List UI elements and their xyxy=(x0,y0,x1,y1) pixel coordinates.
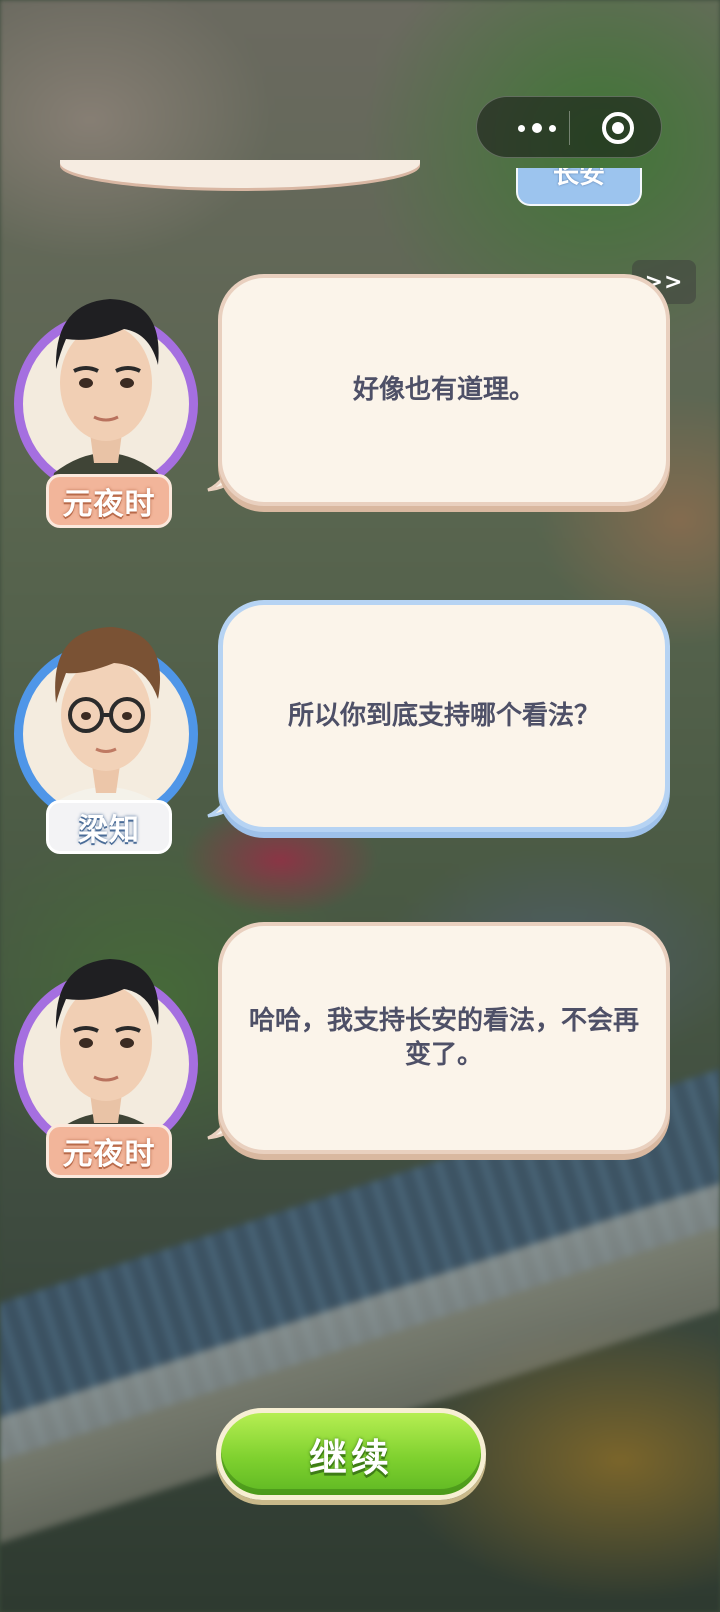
dialog-text: 哈哈，我支持长安的看法，不会再变了。 xyxy=(248,1006,639,1070)
target-icon[interactable] xyxy=(601,111,635,145)
mini-program-capsule xyxy=(476,96,662,158)
previous-name-tag: 长安 xyxy=(516,168,642,206)
speaker-name-tag: 元夜时 xyxy=(46,474,172,528)
continue-button[interactable]: 继续 xyxy=(216,1408,486,1500)
avatar-yuanyeshi xyxy=(14,299,198,505)
dialog-text: 所以你到底支持哪个看法？ xyxy=(287,701,600,731)
more-dots-icon[interactable] xyxy=(501,97,573,159)
speaker-name-tag: 元夜时 xyxy=(46,1124,172,1178)
dialog-text: 好像也有道理。 xyxy=(352,375,535,405)
speech-bubble: 哈哈，我支持长安的看法，不会再变了。 xyxy=(218,922,670,1154)
avatar-liangzhi xyxy=(14,627,198,835)
speech-bubble: 所以你到底支持哪个看法？ xyxy=(218,600,670,832)
speaker-name-tag: 梁知 xyxy=(46,800,172,854)
speech-bubble: 好像也有道理。 xyxy=(218,274,670,506)
character-portrait xyxy=(48,299,164,505)
capsule-divider xyxy=(569,111,570,145)
